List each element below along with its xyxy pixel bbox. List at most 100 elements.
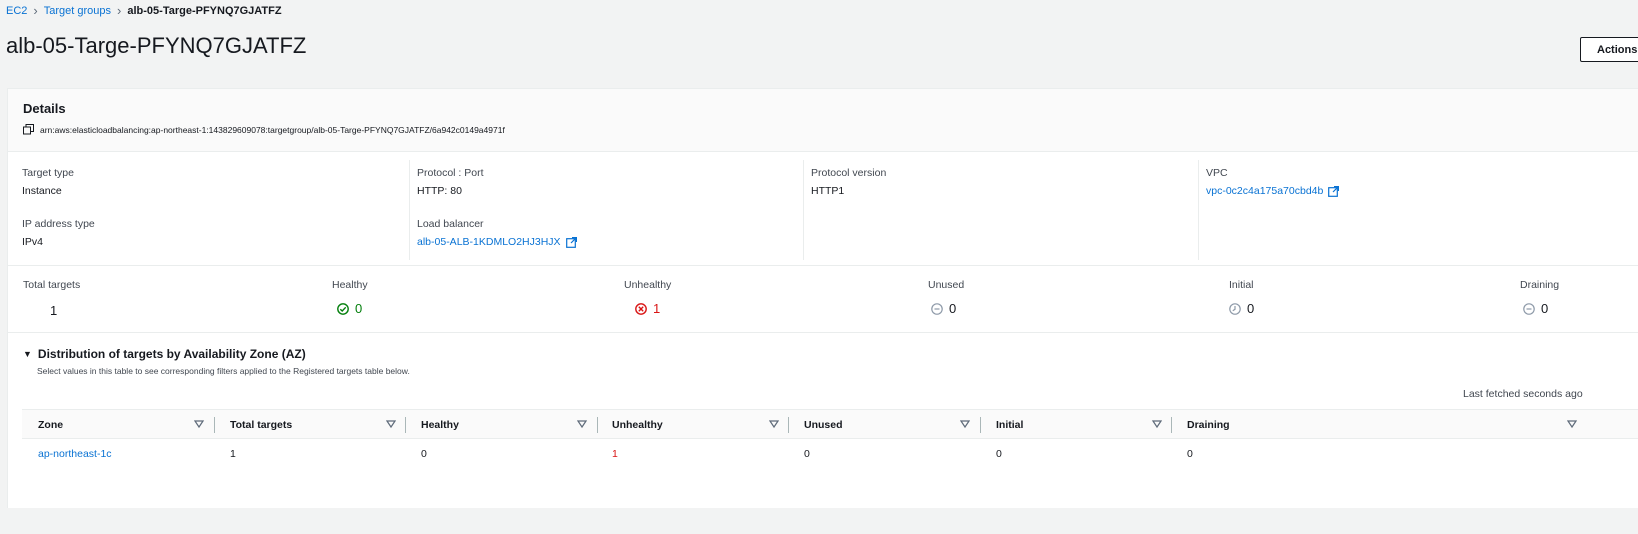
column-divider[interactable] [214,417,215,433]
copy-icon[interactable] [23,124,34,135]
error-circle-icon [635,302,647,315]
sort-icon[interactable] [1567,419,1577,429]
az-distribution-title: Distribution of targets by Availability … [37,347,306,361]
draining-value: 0 [1541,301,1549,316]
details-title: Details [23,101,66,116]
unused-label: Unused [928,279,965,291]
chevron-right-icon: › [117,3,122,18]
details-panel: Details arn:aws:elasticloadbalancing:ap-… [7,88,1638,508]
vpc-value: vpc-0c2c4a175a70cbd4b [1206,185,1324,197]
col-header-total-targets[interactable]: Total targets [230,410,292,440]
total-targets-cell[interactable]: 1 [230,439,236,469]
clock-icon [1229,302,1241,315]
unhealthy-cell[interactable]: 1 [612,439,618,469]
healthy-cell[interactable]: 0 [421,439,427,469]
unhealthy-label: Unhealthy [624,279,672,291]
breadcrumb-current: alb-05-Targe-PFYNQ7GJATFZ [127,4,282,17]
check-circle-icon [337,302,349,315]
breadcrumb-target-groups[interactable]: Target groups [44,5,111,17]
load-balancer-link[interactable]: alb-05-ALB-1KDMLO2HJ3HJX [417,236,577,248]
chevron-right-icon: › [33,3,38,18]
unhealthy-count[interactable]: 1 [635,301,660,316]
az-table: Zone Total targets Healthy Unhealthy Unu… [22,409,1638,469]
initial-count[interactable]: 0 [1229,301,1254,316]
page-title: alb-05-Targe-PFYNQ7GJATFZ [6,33,307,58]
az-distribution-section: ▼ Distribution of targets by Availabilit… [8,334,1638,534]
sort-icon[interactable] [769,419,779,429]
col-header-healthy[interactable]: Healthy [421,410,459,440]
sort-icon[interactable] [386,419,396,429]
load-balancer-value: alb-05-ALB-1KDMLO2HJ3HJX [417,236,561,248]
external-link-icon [1328,185,1340,197]
column-divider[interactable] [405,417,406,433]
sort-icon[interactable] [1152,419,1162,429]
target-stats: Total targets 1 Healthy 0 Unhealthy 1 Un… [8,267,1638,333]
initial-value: 0 [1247,301,1255,316]
sort-icon[interactable] [194,419,204,429]
details-col-1: Target type Instance IP address type IPv… [8,160,402,260]
initial-label: Initial [1229,279,1254,291]
draining-label: Draining [1520,279,1560,291]
ip-type-label: IP address type [22,218,95,230]
total-targets-value: 1 [50,303,58,318]
protocol-port-value: HTTP: 80 [417,185,462,197]
stat-total: Total targets 1 [23,279,81,318]
initial-cell[interactable]: 0 [996,439,1002,469]
unused-cell[interactable]: 0 [804,439,810,469]
draining-cell[interactable]: 0 [1187,439,1193,469]
column-divider[interactable] [788,417,789,433]
target-type-value: Instance [22,185,62,197]
details-col-4: VPC vpc-0c2c4a175a70cbd4b [1198,160,1638,260]
zone-cell[interactable]: ap-northeast-1c [38,439,112,469]
unused-value: 0 [949,301,957,316]
protocol-version-value: HTTP1 [811,185,845,197]
stat-unhealthy: Unhealthy 1 [624,279,672,316]
arn-row: arn:aws:elasticloadbalancing:ap-northeas… [23,124,505,135]
healthy-label: Healthy [332,279,368,291]
az-distribution-toggle[interactable]: ▼ Distribution of targets by Availabilit… [23,347,306,361]
actions-button[interactable]: Actions [1580,37,1638,62]
col-header-draining[interactable]: Draining [1187,410,1230,440]
az-table-header: Zone Total targets Healthy Unhealthy Unu… [22,409,1638,439]
last-fetched: Last fetched seconds ago [1463,388,1583,400]
az-distribution-subtitle: Select values in this table to see corre… [37,366,410,376]
ip-type-value: IPv4 [22,236,44,248]
breadcrumb: EC2 › Target groups › alb-05-Targe-PFYNQ… [6,3,282,18]
protocol-port-label: Protocol : Port [417,167,484,179]
healthy-count[interactable]: 0 [337,301,362,316]
healthy-value: 0 [355,301,363,316]
breadcrumb-ec2[interactable]: EC2 [6,5,27,17]
col-header-zone[interactable]: Zone [38,410,63,440]
draining-count[interactable]: 0 [1523,301,1548,316]
table-row: ap-northeast-1c 1 0 1 0 0 0 [22,439,1638,469]
total-targets-label: Total targets [23,279,81,291]
column-divider[interactable] [1171,417,1172,433]
protocol-version-label: Protocol version [811,167,887,179]
column-divider[interactable] [980,417,981,433]
details-grid: Target type Instance IP address type IPv… [8,152,1638,266]
target-type-label: Target type [22,167,74,179]
vpc-label: VPC [1206,167,1228,179]
col-header-unused[interactable]: Unused [804,410,843,440]
unused-count[interactable]: 0 [931,301,956,316]
details-header: Details arn:aws:elasticloadbalancing:ap-… [8,89,1638,152]
stat-unused: Unused 0 [928,279,965,316]
sort-icon[interactable] [960,419,970,429]
column-divider[interactable] [597,417,598,433]
arn-text: arn:aws:elasticloadbalancing:ap-northeas… [40,124,505,135]
col-header-unhealthy[interactable]: Unhealthy [612,410,663,440]
stat-initial: Initial 0 [1229,279,1254,316]
external-link-icon [565,236,577,248]
sort-icon[interactable] [577,419,587,429]
details-col-3: Protocol version HTTP1 [803,160,1197,260]
minus-circle-icon [931,302,943,315]
vpc-link[interactable]: vpc-0c2c4a175a70cbd4b [1206,185,1340,197]
details-col-2: Protocol : Port HTTP: 80 Load balancer a… [409,160,803,260]
stat-draining: Draining 0 [1520,279,1560,316]
col-header-initial[interactable]: Initial [996,410,1023,440]
stat-healthy: Healthy 0 [332,279,368,316]
load-balancer-label: Load balancer [417,218,484,230]
minus-circle-icon [1523,302,1535,315]
unhealthy-value: 1 [653,301,661,316]
caret-down-icon: ▼ [23,349,32,359]
